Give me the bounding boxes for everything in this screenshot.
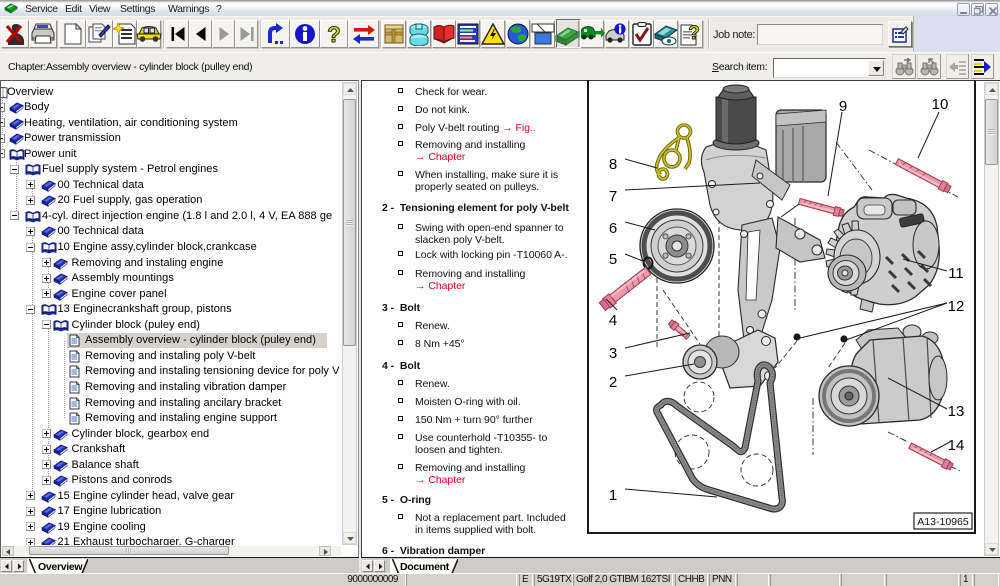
svg-text:8: 8 [609,156,617,173]
svg-text:11: 11 [948,265,964,282]
svg-text:3: 3 [609,345,617,362]
svg-text:?: ? [688,23,700,44]
svg-text:14: 14 [948,437,965,454]
svg-text:4: 4 [609,312,617,329]
svg-text:13: 13 [948,403,965,420]
svg-text:6: 6 [609,220,617,237]
svg-text:?: ? [327,23,340,45]
svg-text:5: 5 [609,251,617,268]
svg-text:1: 1 [609,487,617,504]
svg-text:7: 7 [609,188,617,205]
svg-text:2: 2 [609,374,617,391]
svg-text:10: 10 [932,96,949,113]
svg-text:12: 12 [948,298,965,315]
svg-text:A13-10965: A13-10965 [917,516,969,528]
svg-text:9: 9 [839,98,847,115]
